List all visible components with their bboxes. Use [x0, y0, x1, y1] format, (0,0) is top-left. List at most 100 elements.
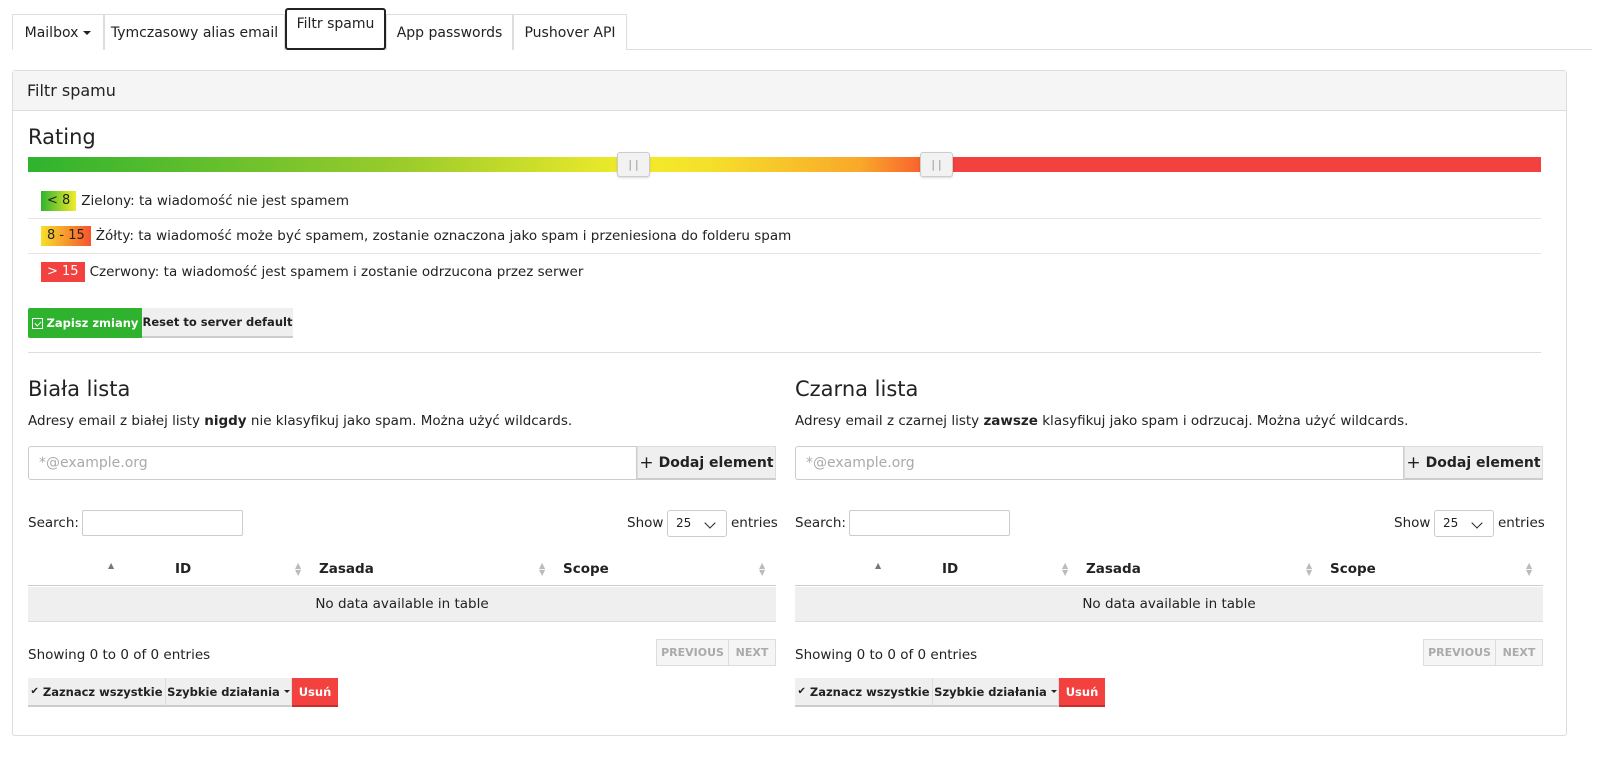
tab-label: Tymczasowy alias email	[110, 24, 279, 41]
column-header-rule[interactable]: Zasada	[319, 561, 374, 577]
whitelist-page-size-select[interactable]: 25	[667, 510, 727, 537]
rating-row-red: > 15 Czerwony: ta wiadomość jest spamem …	[28, 254, 1541, 289]
rating-text: Żółty: ta wiadomość może być spamem, zos…	[95, 228, 792, 244]
quick-actions-dropdown[interactable]: Szybkie działania	[933, 678, 1059, 707]
blacklist-input-group: + Dodaj element	[795, 446, 1543, 480]
column-header-id[interactable]: ID	[942, 561, 958, 577]
select-all-label: Zaznacz wszystkie	[42, 684, 163, 699]
tab-label: Filtr spamu	[296, 16, 375, 32]
column-header-scope[interactable]: Scope	[563, 561, 609, 577]
search-label: Search:	[28, 515, 79, 531]
plus-icon: +	[639, 452, 654, 473]
blacklist-search-input[interactable]	[849, 510, 1010, 536]
tab-spam-filter[interactable]: Filtr spamu	[285, 8, 386, 50]
save-label: Zapisz zmiany	[46, 316, 139, 330]
delete-button[interactable]: Usuń	[1059, 678, 1105, 707]
save-icon	[31, 317, 43, 329]
select-all-button[interactable]: ✔ Zaznacz wszystkie	[795, 678, 933, 707]
add-label: Dodaj element	[1425, 454, 1541, 471]
rating-slider-track[interactable]	[28, 157, 1541, 172]
tab-app-passwords[interactable]: App passwords	[386, 14, 513, 50]
tab-temporary-alias[interactable]: Tymczasowy alias email	[104, 14, 285, 50]
desc-bold: zawsze	[983, 413, 1038, 429]
whitelist-add-button[interactable]: + Dodaj element	[637, 446, 776, 480]
desc-bold: nigdy	[204, 413, 247, 429]
divider	[28, 352, 1541, 353]
tab-pushover-api[interactable]: Pushover API	[513, 14, 627, 50]
plus-icon: +	[1406, 452, 1421, 473]
quick-actions-label: Szybkie działania	[934, 684, 1047, 699]
blacklist-add-button[interactable]: + Dodaj element	[1404, 446, 1543, 480]
table-info: Showing 0 to 0 of 0 entries	[28, 647, 211, 663]
tab-label: App passwords	[396, 24, 503, 41]
sort-icon[interactable]: ▲	[108, 562, 114, 576]
rating-text: Czerwony: ta wiadomość jest spamem i zos…	[89, 263, 584, 280]
delete-button[interactable]: Usuń	[292, 678, 338, 707]
next-button[interactable]: NEXT	[1496, 639, 1543, 666]
sort-icon[interactable]: ▲ ▼	[759, 562, 765, 577]
whitelist-address-input[interactable]	[28, 446, 637, 480]
slider-handle-high[interactable]: ||	[920, 152, 953, 177]
chevron-down-icon	[704, 517, 716, 529]
reset-default-button[interactable]: Reset to server default	[142, 308, 293, 338]
sort-icon[interactable]: ▲	[875, 562, 881, 576]
empty-table-row: No data available in table	[795, 587, 1543, 622]
slider-handle-low[interactable]: ||	[617, 152, 650, 177]
entries-label: entries	[731, 515, 778, 531]
caret-down-icon	[1050, 690, 1057, 693]
tab-mailbox[interactable]: Mailbox	[12, 14, 104, 50]
sort-icon[interactable]: ▲ ▼	[1306, 562, 1312, 577]
quick-actions-dropdown[interactable]: Szybkie działania	[166, 678, 292, 707]
tab-label: Pushover API	[524, 24, 616, 41]
blacklist-title: Czarna lista	[795, 377, 919, 401]
select-all-button[interactable]: ✔ Zaznacz wszystkie	[28, 678, 166, 707]
whitelist-description: Adresy email z białej listy nigdy nie kl…	[28, 413, 572, 429]
table-header: ▲ ID ▲ ▼ Zasada ▲ ▼ Scope ▲ ▼	[28, 552, 776, 586]
blacklist-page-size-select[interactable]: 25	[1434, 510, 1494, 537]
desc-text: nie klasyfikuj jako spam. Można użyć wil…	[246, 413, 573, 429]
rating-row-green: < 8 Zielony: ta wiadomość nie jest spame…	[28, 184, 1541, 219]
rating-row-yellow: 8 - 15 Żółty: ta wiadomość może być spam…	[28, 219, 1541, 254]
search-label: Search:	[795, 515, 846, 531]
blacklist-section: Czarna lista Adresy email z czarnej list…	[795, 371, 1545, 731]
sort-icon[interactable]: ▲ ▼	[539, 562, 545, 577]
whitelist-title: Biała lista	[28, 377, 131, 401]
quick-actions-label: Szybkie działania	[167, 684, 280, 699]
caret-down-icon	[83, 30, 92, 35]
check-icon: ✔	[797, 686, 806, 697]
pagination: PREVIOUS NEXT	[656, 639, 776, 666]
whitelist-input-group: + Dodaj element	[28, 446, 776, 480]
rating-badge-yellow: 8 - 15	[41, 226, 91, 246]
tab-label: Mailbox	[24, 24, 79, 41]
check-icon: ✔	[30, 686, 39, 697]
next-button[interactable]: NEXT	[729, 639, 776, 666]
blacklist-description: Adresy email z czarnej listy zawsze klas…	[795, 413, 1408, 429]
previous-button[interactable]: PREVIOUS	[656, 639, 729, 666]
spam-filter-panel: Filtr spamu Rating || || < 8 Zielony: ta…	[12, 70, 1567, 736]
save-changes-button[interactable]: Zapisz zmiany	[28, 308, 142, 338]
sort-icon[interactable]: ▲ ▼	[295, 562, 301, 577]
page-size-value: 25	[1443, 516, 1459, 530]
page-size-value: 25	[676, 516, 692, 530]
sort-icon[interactable]: ▲ ▼	[1062, 562, 1068, 577]
previous-button[interactable]: PREVIOUS	[1423, 639, 1496, 666]
rating-badge-red: > 15	[41, 261, 85, 282]
column-header-rule[interactable]: Zasada	[1086, 561, 1141, 577]
whitelist-section: Biała lista Adresy email z białej listy …	[28, 371, 778, 731]
column-header-scope[interactable]: Scope	[1330, 561, 1376, 577]
desc-text: klasyfikuj jako spam i odrzucaj. Można u…	[1037, 413, 1409, 429]
rating-title: Rating	[28, 125, 96, 149]
blacklist-address-input[interactable]	[795, 446, 1404, 480]
sort-icon[interactable]: ▲ ▼	[1526, 562, 1532, 577]
table-header: ▲ ID ▲ ▼ Zasada ▲ ▼ Scope ▲ ▼	[795, 552, 1543, 586]
tab-bar: Mailbox Tymczasowy alias email Filtr spa…	[12, 8, 1592, 50]
column-header-id[interactable]: ID	[175, 561, 191, 577]
empty-table-row: No data available in table	[28, 587, 776, 622]
rating-badge-green: < 8	[41, 191, 77, 211]
panel-title: Filtr spamu	[13, 71, 1566, 111]
select-all-label: Zaznacz wszystkie	[809, 684, 930, 699]
whitelist-search-input[interactable]	[82, 510, 243, 536]
caret-down-icon	[283, 690, 290, 693]
table-info: Showing 0 to 0 of 0 entries	[795, 647, 978, 663]
rating-text: Zielony: ta wiadomość nie jest spamem	[81, 193, 349, 209]
